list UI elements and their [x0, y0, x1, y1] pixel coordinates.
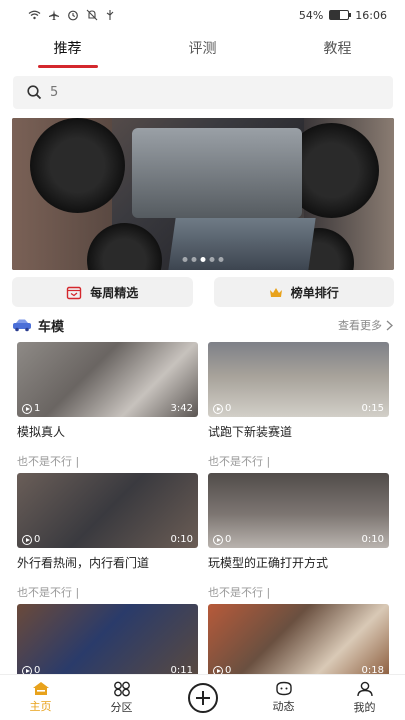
mute-icon: [86, 9, 98, 21]
play-count: 1: [22, 403, 40, 414]
nav-feed[interactable]: 动态: [243, 675, 324, 720]
calendar-icon: [67, 286, 82, 299]
carousel-dot[interactable]: [200, 257, 206, 262]
quick-actions: 每周精选 榜单排行: [12, 277, 394, 307]
status-icons: [28, 9, 115, 21]
video-author: 也不是不行 |: [208, 586, 271, 599]
video-duration: 0:10: [361, 534, 384, 545]
nav-profile[interactable]: 我的: [324, 675, 405, 720]
home-icon: [32, 682, 49, 695]
section-title: 车模: [38, 319, 65, 335]
top-tabs: 推荐 评测 教程: [0, 32, 405, 72]
nav-add[interactable]: [162, 675, 243, 720]
carousel-dot[interactable]: [182, 257, 188, 262]
carousel-dot[interactable]: [191, 257, 197, 262]
category-icon: [113, 681, 130, 696]
weekly-picks-label: 每周精选: [90, 285, 139, 300]
nav-home-label: 主页: [29, 700, 52, 713]
play-count: 0: [22, 534, 40, 545]
nav-category-label: 分区: [110, 700, 133, 714]
crown-icon: [269, 287, 282, 297]
video-meta: 0 0:10: [213, 534, 384, 545]
play-icon: [22, 403, 32, 414]
usb-icon: [106, 10, 114, 20]
banner-screen: [168, 218, 316, 270]
battery-level: [330, 11, 341, 19]
status-right: 54% 16:06: [299, 9, 387, 22]
ranking-button[interactable]: 榜单排行: [213, 277, 394, 307]
carousel-indicator: [182, 257, 224, 262]
carousel-dot[interactable]: [209, 257, 215, 262]
video-card[interactable]: 0 0:10 玩模型的正确打开方式 也不是不行 |: [208, 473, 389, 603]
play-icon: [213, 403, 223, 414]
alarm-icon: [68, 10, 78, 21]
video-thumbnail: 0 0:10: [17, 473, 198, 548]
tab-recommend[interactable]: 推荐: [0, 32, 135, 72]
nav-feed-label: 动态: [272, 700, 295, 713]
play-count: 0: [213, 534, 231, 545]
play-count-value: 0: [34, 534, 41, 545]
video-thumbnail: 0 0:18: [208, 604, 389, 679]
battery-icon: [329, 10, 352, 20]
video-thumbnail: 0 0:10: [208, 473, 389, 548]
nav-category[interactable]: 分区: [81, 675, 162, 720]
carousel-dot[interactable]: [218, 257, 224, 262]
tab-tutorial[interactable]: 教程: [270, 32, 405, 72]
video-author: 也不是不行 |: [17, 586, 80, 599]
bottom-navigation: 主页 分区 动态 我的: [0, 674, 405, 720]
clock: 16:06: [355, 8, 387, 22]
play-icon: [213, 534, 223, 545]
battery-percent: 54%: [298, 8, 324, 22]
car-icon: [13, 319, 31, 332]
video-card[interactable]: 1 3:42 模拟真人 也不是不行 |: [17, 342, 198, 472]
video-duration: 3:42: [170, 403, 193, 414]
search-bar[interactable]: [13, 76, 393, 109]
add-icon: [187, 682, 218, 713]
video-meta: 0 0:10: [22, 534, 193, 545]
nav-home[interactable]: 主页: [0, 675, 81, 720]
profile-icon: [356, 681, 373, 696]
video-thumbnail: 0 0:11: [17, 604, 198, 679]
section-title-group: 车模: [12, 316, 64, 335]
chevron-right-icon: [386, 320, 393, 330]
video-author: 也不是不行 |: [208, 455, 271, 468]
wifi-icon: [28, 10, 41, 20]
video-thumbnail: 1 3:42: [17, 342, 198, 417]
airplane-icon: [49, 10, 59, 20]
ranking-label: 榜单排行: [290, 285, 339, 300]
video-title: 玩模型的正确打开方式: [208, 556, 329, 570]
play-count-value: 0: [225, 403, 232, 414]
video-meta: 1 3:42: [22, 403, 193, 414]
tab-review[interactable]: 评测: [135, 32, 270, 72]
play-count: 0: [213, 403, 231, 414]
video-title: 试跑下新装赛道: [208, 425, 293, 439]
video-card[interactable]: 0 0:15 试跑下新装赛道 也不是不行 |: [208, 342, 389, 472]
view-more-link[interactable]: 查看更多: [338, 317, 393, 333]
search-input[interactable]: [50, 85, 350, 100]
banner-wheel: [30, 118, 125, 213]
video-title: 模拟真人: [17, 425, 66, 439]
video-title: 外行看热闹，内行看门道: [17, 556, 150, 570]
video-author: 也不是不行 |: [17, 455, 80, 468]
video-thumbnail: 0 0:15: [208, 342, 389, 417]
weekly-picks-button[interactable]: 每周精选: [12, 277, 193, 307]
view-more-label: 查看更多: [338, 319, 382, 332]
video-card[interactable]: 0 0:10 外行看热闹，内行看门道 也不是不行 |: [17, 473, 198, 603]
section-header: 车模 查看更多: [12, 314, 393, 336]
video-meta: 0 0:15: [213, 403, 384, 414]
play-icon: [22, 534, 32, 545]
banner-chassis: [132, 128, 302, 218]
banner-carousel[interactable]: [12, 118, 394, 270]
play-count-value: 1: [34, 403, 41, 414]
video-duration: 0:10: [170, 534, 193, 545]
play-count-value: 0: [225, 534, 232, 545]
video-duration: 0:15: [361, 403, 384, 414]
nav-profile-label: 我的: [353, 700, 376, 714]
feed-icon: [275, 681, 292, 696]
search-icon: [27, 85, 42, 100]
status-bar: 54% 16:06: [0, 0, 405, 30]
